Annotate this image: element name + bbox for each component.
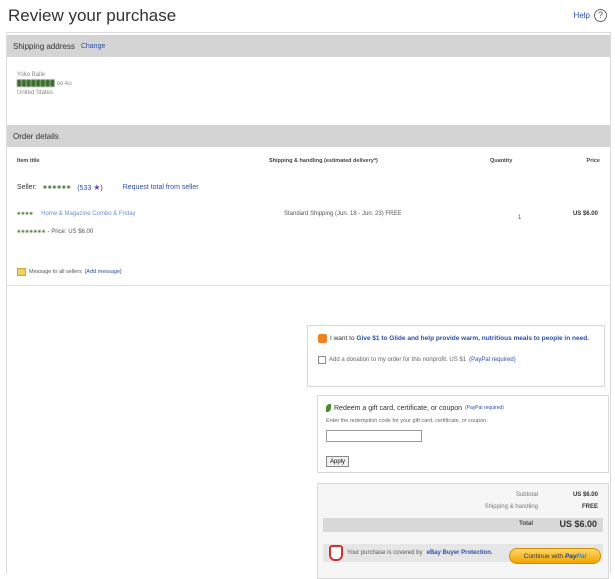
continue-label: Continue with <box>523 552 564 560</box>
order-section-header: Order details <box>7 125 610 147</box>
donation-checkbox[interactable] <box>318 356 326 364</box>
address-line1-tail: oo-ku <box>56 81 72 87</box>
subtotal-value: US $6.00 <box>572 492 598 498</box>
item-title-link[interactable]: Home & Magazine Combo & Friday <box>41 211 135 217</box>
seller-line: Seller: ●●●●●● (533 ★) Request total fro… <box>17 183 199 192</box>
col-price: Price <box>586 158 600 164</box>
continue-with-paypal-button[interactable]: Continue with PayPal <box>509 548 601 564</box>
item-title: ●●●● Home & Magazine Combo & Friday <box>17 211 136 217</box>
message-line: Message to all sellers [Add message] <box>17 268 122 276</box>
shipping-address: Yoko Balle ████████ oo-ku United States <box>17 71 72 98</box>
help-icon[interactable]: ? <box>594 9 607 22</box>
item-price-line: ●●●●●●● - Price: US $6.00 <box>17 229 93 235</box>
note-icon <box>17 268 26 276</box>
help-label[interactable]: Help <box>574 11 590 20</box>
coupon-box: Redeem a gift card, certificate, or coup… <box>317 395 609 473</box>
add-message-link[interactable]: [Add message] <box>85 269 122 275</box>
shipping-heading: Shipping address <box>13 41 75 51</box>
coupon-code-input[interactable] <box>326 430 422 442</box>
subtotal-label: Subtotal <box>515 492 538 498</box>
charity-text-bold[interactable]: Give $1 to Glide and help provide warm, … <box>356 335 589 342</box>
coupon-heading: Redeem a gift card, certificate, or coup… <box>334 404 463 412</box>
item-price: US $6.00 <box>572 211 598 217</box>
col-shipping: Shipping & handling (estimated delivery*… <box>269 158 378 164</box>
donation-label: Add a donation to my order for this nonp… <box>329 357 467 363</box>
donation-checkbox-row[interactable]: Add a donation to my order for this nonp… <box>318 356 516 364</box>
section-divider <box>7 285 610 286</box>
coupon-description: Enter the redemption code for your gift … <box>326 418 488 424</box>
address-country: United States <box>17 90 54 96</box>
checkout-frame: Shipping address Change Yoko Balle █████… <box>6 32 611 579</box>
page-title: Review your purchase <box>8 6 177 25</box>
seller-name-redacted[interactable]: ●●●●●● <box>43 184 71 191</box>
change-address-link[interactable]: Change <box>81 43 106 50</box>
donation-paypal-link[interactable]: (PayPal required) <box>469 357 516 363</box>
seller-feedback-link[interactable]: (533 <box>77 185 91 192</box>
address-name: Yoko Balle <box>17 72 46 78</box>
coupon-required-link[interactable]: (PayPal required) <box>465 405 504 411</box>
charity-text-plain: I want to <box>330 335 355 343</box>
col-quantity: Quantity <box>490 158 513 164</box>
apply-coupon-button[interactable]: Apply <box>326 456 350 467</box>
col-item-title: Item title <box>17 158 40 164</box>
paypal-logo: PayPal <box>565 553 586 560</box>
request-total-link[interactable]: Request total from seller <box>123 184 199 191</box>
leaf-icon <box>326 404 331 412</box>
total-value: US $6.00 <box>559 519 597 529</box>
item-title-redacted[interactable]: ●●●● <box>17 211 34 217</box>
shipping-total-label: Shipping & handling <box>484 504 538 510</box>
message-label: Message to all sellers <box>29 269 82 275</box>
total-bar: Total US $6.00 <box>323 518 603 532</box>
help-link[interactable]: Help ? <box>574 9 607 22</box>
paypal-logo-pal: Pal <box>576 552 587 560</box>
item-shipping: Standard Shipping (Jun. 18 - Jun. 23) FR… <box>284 211 402 217</box>
item-price-text: - Price: US $6.00 <box>47 229 94 235</box>
donation-heart-icon <box>318 334 327 343</box>
seller-label: Seller: <box>17 184 37 191</box>
item-id-redacted: ●●●●●●● <box>17 229 46 235</box>
address-redacted: ████████ <box>17 81 56 87</box>
protection-text: Your purchase is covered by <box>347 550 423 556</box>
buyer-protection-link[interactable]: eBay Buyer Protection. <box>427 550 493 556</box>
shipping-section-header: Shipping address Change <box>7 35 610 57</box>
charity-box: I want to Give $1 to Glide and help prov… <box>307 325 605 387</box>
order-heading: Order details <box>13 131 59 141</box>
seller-feedback-close: ) <box>100 185 103 192</box>
item-quantity: 1 <box>518 215 522 221</box>
charity-text: I want to Give $1 to Glide and help prov… <box>318 334 598 343</box>
paypal-logo-pay: Pay <box>565 552 577 560</box>
coupon-heading-row: Redeem a gift card, certificate, or coup… <box>326 404 504 412</box>
order-item-row: ●●●● Home & Magazine Combo & Friday ●●●●… <box>17 209 604 249</box>
shield-icon <box>329 545 343 561</box>
total-label: Total <box>519 521 533 527</box>
totals-box: Subtotal US $6.00 Shipping & handling FR… <box>317 483 609 579</box>
order-column-headers: Item title Shipping & handling (estimate… <box>7 155 610 169</box>
shipping-total-value: FREE <box>581 504 598 510</box>
